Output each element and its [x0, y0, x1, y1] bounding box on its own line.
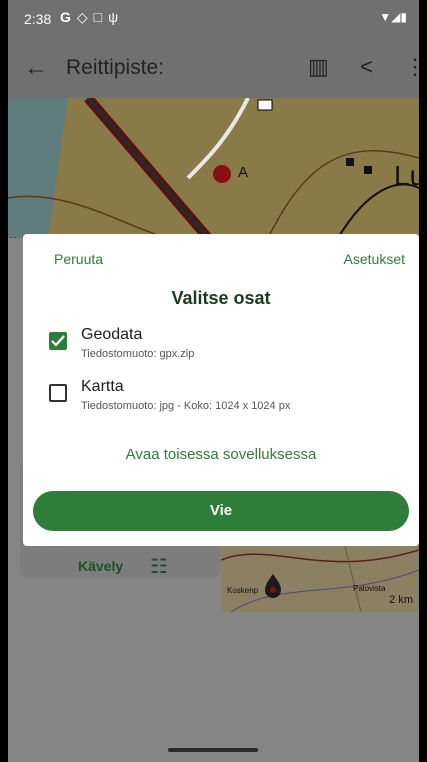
minimap-place-1: Koskenp: [227, 586, 259, 595]
signal-icon: ◢: [391, 10, 401, 24]
page-title: Reittipiste:: [66, 56, 165, 79]
option-name: Geodata: [81, 326, 143, 343]
status-left-icons: G◇□ψ: [60, 9, 124, 26]
shield-icon: ◇: [76, 9, 94, 25]
option-geodata[interactable]: Geodata Tiedostomuoto: gpx.zip: [47, 326, 407, 366]
cancel-button[interactable]: Peruuta: [54, 251, 103, 267]
open-in-other-app-button[interactable]: Avaa toisessa sovelluksessa: [23, 446, 419, 463]
dialog-title: Valitse osat: [171, 288, 271, 308]
status-bar: 2:38 G◇□ψ ▼◢▮: [8, 0, 419, 38]
wifi-icon: ▼: [379, 10, 392, 24]
map-view[interactable]: A Lu Ka: [8, 98, 419, 238]
usb-icon: ψ: [108, 9, 125, 25]
map-label-lu: Lu: [394, 160, 419, 191]
share-icon[interactable]: <: [360, 54, 373, 80]
gesture-nav-bar[interactable]: [168, 748, 258, 752]
map-graphic: [8, 98, 419, 238]
option-format: Tiedostomuoto: gpx.zip: [81, 348, 195, 360]
google-icon: G: [60, 9, 77, 25]
tune-icon[interactable]: ☷: [150, 554, 168, 579]
option-name: Kartta: [81, 378, 124, 395]
option-kartta[interactable]: Kartta Tiedostomuoto: jpg - Koko: 1024 x…: [47, 378, 407, 418]
arrow-left-icon[interactable]: ←: [24, 54, 48, 82]
app-bar: ← Reittipiste: ▥ < ⋮: [8, 38, 419, 98]
status-time: 2:38: [24, 11, 52, 27]
option-format: Tiedostomuoto: jpg - Koko: 1024 x 1024 p…: [81, 400, 291, 412]
settings-button[interactable]: Asetukset: [344, 251, 405, 267]
checkbox-checked-icon[interactable]: [49, 332, 67, 350]
minimap-place-2: Palovista: [353, 584, 386, 593]
map-icon[interactable]: ▥: [308, 54, 329, 80]
square-icon: □: [93, 9, 109, 25]
battery-icon: ▮: [400, 10, 407, 24]
status-right-icons: ▼◢▮: [379, 10, 407, 24]
checkbox-unchecked-icon[interactable]: [49, 384, 67, 402]
travel-mode-label[interactable]: Kävely: [78, 558, 123, 574]
map-label-a: A: [238, 164, 249, 181]
location-marker-icon: [265, 574, 281, 598]
export-button[interactable]: Vie: [33, 491, 409, 531]
more-vert-icon[interactable]: ⋮: [404, 54, 419, 80]
export-dialog: Peruuta Asetukset Valitse osat Geodata T…: [23, 234, 419, 546]
minimap-scale: 2 km: [389, 594, 413, 606]
